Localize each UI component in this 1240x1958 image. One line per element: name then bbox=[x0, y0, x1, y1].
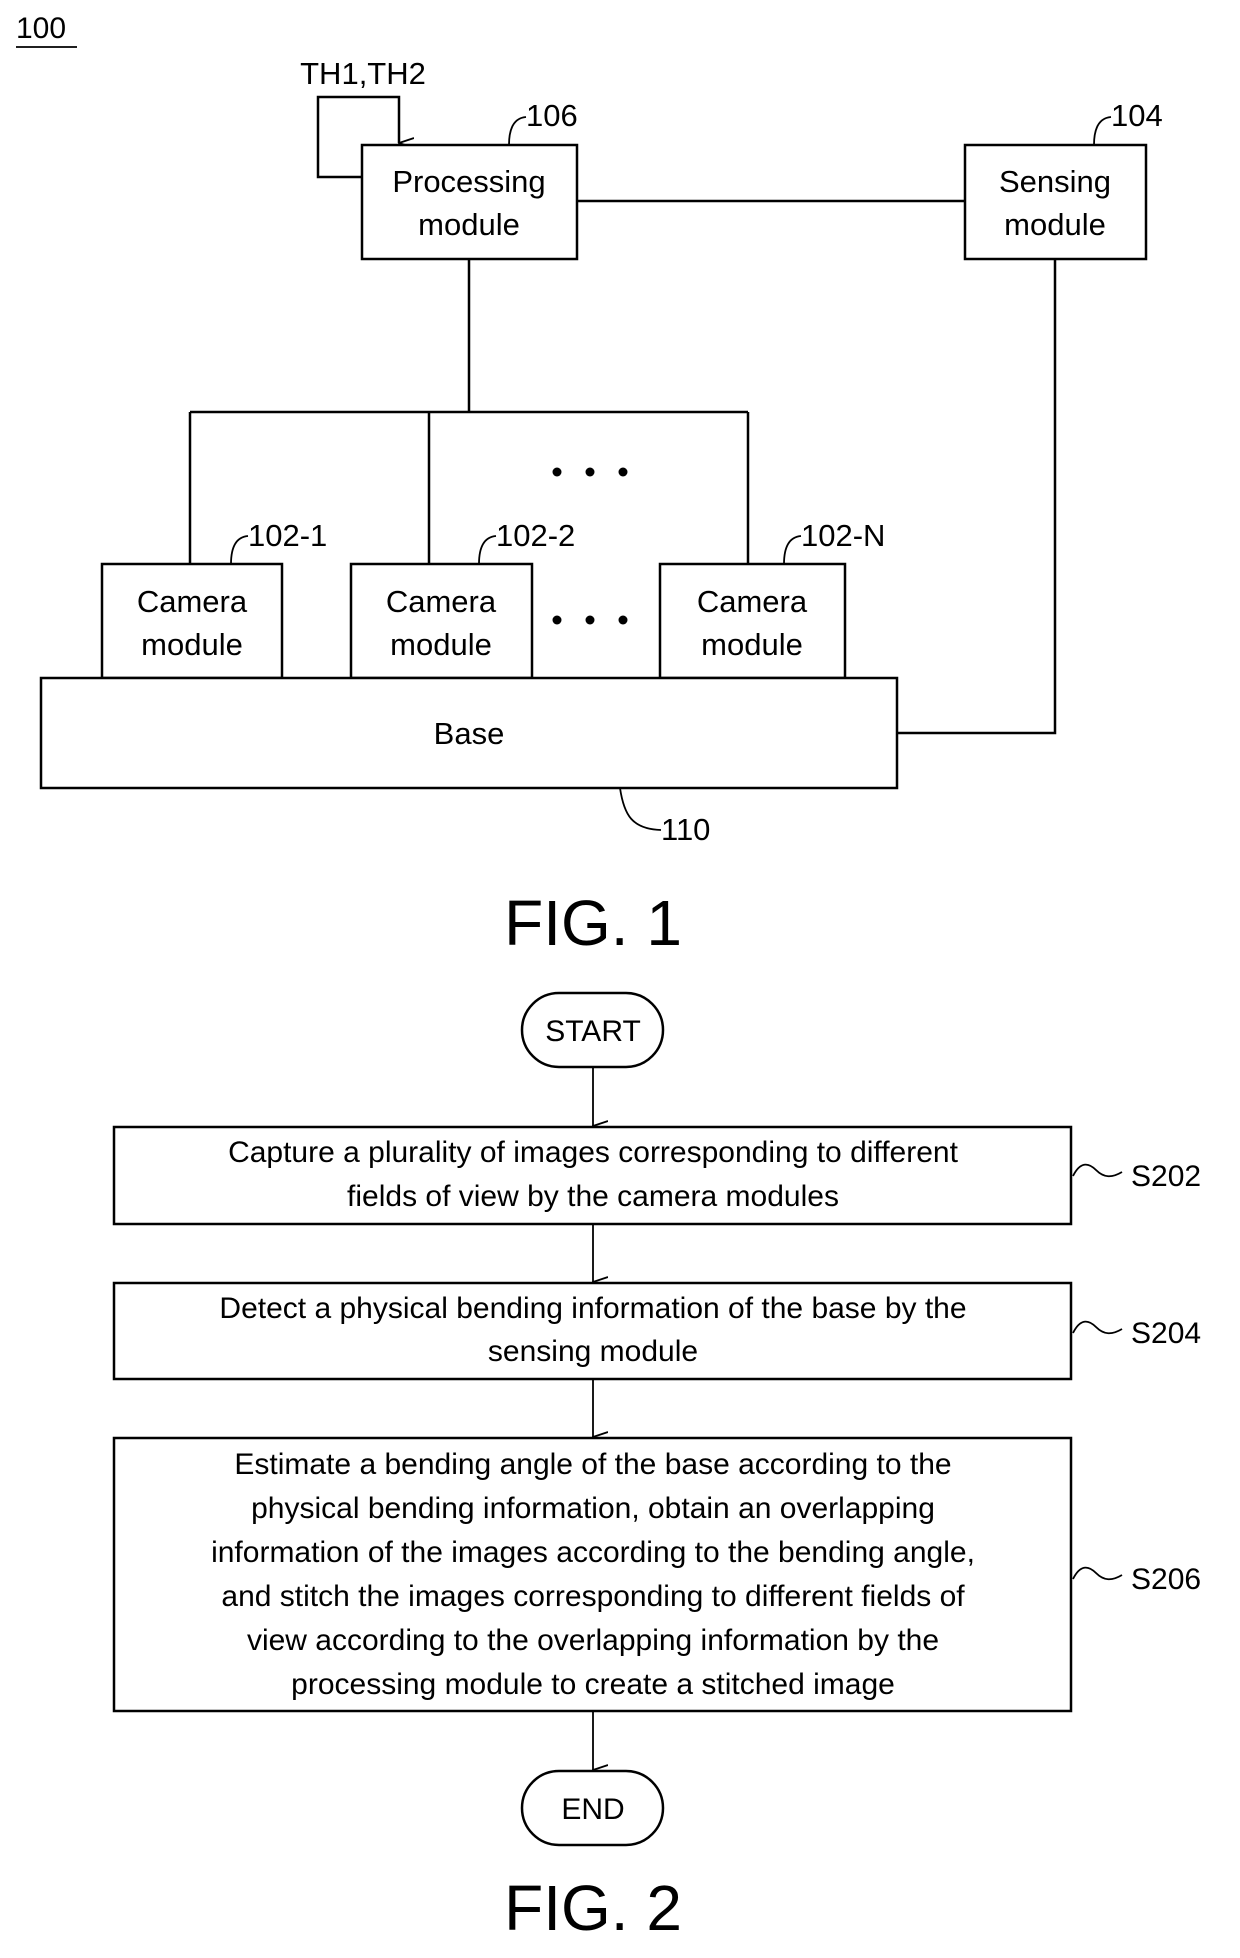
processing-module-ref: 106 bbox=[526, 98, 578, 133]
sensing-module: Sensing module 104 bbox=[963, 98, 1163, 261]
camera-module-2-ref: 102-2 bbox=[496, 518, 575, 553]
figure-2: START Capture a plurality of images corr… bbox=[112, 991, 1201, 1944]
patent-drawing: 100 TH1,TH2 Processing module 106 Sensin… bbox=[16, 12, 1201, 1944]
step-s206-text-line4: and stitch the images corresponding to d… bbox=[221, 1580, 965, 1613]
ellipsis-lower bbox=[552, 615, 628, 625]
camera-module-n-ref: 102-N bbox=[801, 518, 885, 553]
step-s206: Estimate a bending angle of the base acc… bbox=[112, 1436, 1201, 1713]
base-leader bbox=[619, 787, 662, 831]
camera-module-n: Camera module 102-N bbox=[658, 518, 885, 680]
step-s204: Detect a physical bending information of… bbox=[112, 1281, 1201, 1381]
end-terminal: END bbox=[520, 1769, 665, 1847]
step-s206-text-line2: physical bending information, obtain an … bbox=[251, 1492, 935, 1525]
step-s206-squiggle bbox=[1072, 1566, 1123, 1581]
step-s204-squiggle bbox=[1072, 1320, 1123, 1335]
base-ref: 110 bbox=[661, 812, 710, 847]
sensing-module-label-line1: Sensing bbox=[999, 164, 1111, 199]
step-s206-text-line1: Estimate a bending angle of the base acc… bbox=[234, 1448, 951, 1481]
processing-module-label-line2: module bbox=[418, 207, 520, 242]
ellipsis-upper bbox=[552, 467, 628, 477]
camera-module-1-leader bbox=[230, 535, 249, 565]
step-s202-id: S202 bbox=[1131, 1160, 1201, 1193]
camera-module-n-leader bbox=[783, 535, 802, 565]
camera-module-n-label-line2: module bbox=[701, 627, 803, 662]
sensing-base-link bbox=[897, 259, 1057, 735]
step-s202: Capture a plurality of images correspond… bbox=[112, 1125, 1201, 1226]
step-s206-text-line3: information of the images according to t… bbox=[211, 1536, 975, 1569]
step-s202-text-line2: fields of view by the camera modules bbox=[347, 1180, 839, 1213]
start-label: START bbox=[545, 1015, 641, 1048]
camera-module-n-label-line1: Camera bbox=[697, 584, 808, 619]
step-s204-text-line2: sensing module bbox=[488, 1335, 698, 1368]
base-label: Base bbox=[434, 716, 505, 751]
camera-module-1-ref: 102-1 bbox=[248, 518, 327, 553]
step-s204-text-line1: Detect a physical bending information of… bbox=[219, 1292, 966, 1325]
camera-module-1-label-line1: Camera bbox=[137, 584, 248, 619]
camera-module-2-label-line2: module bbox=[390, 627, 492, 662]
end-label: END bbox=[561, 1793, 624, 1826]
sensing-module-label-line2: module bbox=[1004, 207, 1106, 242]
camera-module-2-leader bbox=[478, 535, 497, 565]
step-s206-text-line6: processing module to create a stitched i… bbox=[291, 1668, 895, 1701]
sensing-module-leader bbox=[1093, 116, 1112, 146]
processing-module-leader bbox=[508, 116, 527, 146]
camera-module-2-label-line1: Camera bbox=[386, 584, 497, 619]
step-s206-text-line5: view according to the overlapping inform… bbox=[247, 1624, 939, 1657]
processing-module: Processing module 106 bbox=[360, 98, 579, 261]
sensing-module-ref: 104 bbox=[1111, 98, 1163, 133]
figure-2-caption: FIG. 2 bbox=[504, 1872, 682, 1944]
threshold-input-label: TH1,TH2 bbox=[300, 56, 426, 91]
step-s206-id: S206 bbox=[1131, 1563, 1201, 1596]
system-ref-label: 100 bbox=[16, 12, 66, 45]
processing-module-label-line1: Processing bbox=[392, 164, 545, 199]
figure-1-caption: FIG. 1 bbox=[504, 887, 682, 959]
step-s204-id: S204 bbox=[1131, 1317, 1201, 1350]
step-s202-text-line1: Capture a plurality of images correspond… bbox=[228, 1136, 959, 1169]
camera-module-1: Camera module 102-1 bbox=[100, 518, 327, 680]
figure-1: 100 TH1,TH2 Processing module 106 Sensin… bbox=[16, 12, 1163, 959]
base: Base 110 bbox=[39, 676, 899, 847]
camera-module-1-label-line2: module bbox=[141, 627, 243, 662]
step-s202-squiggle bbox=[1072, 1163, 1123, 1178]
camera-module-2: Camera module 102-2 bbox=[349, 518, 575, 680]
start-terminal: START bbox=[520, 991, 665, 1069]
